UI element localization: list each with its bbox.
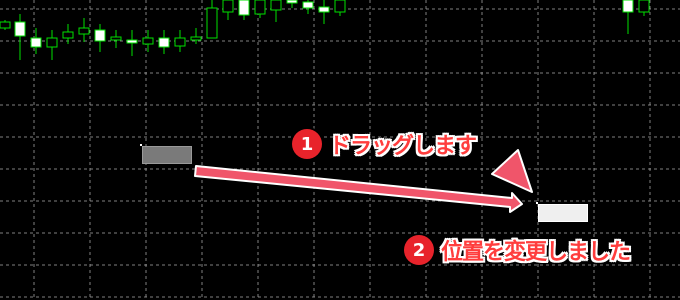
step-1-number: 1 [292, 129, 322, 159]
chart-window: 1 ドラッグします 2 位置を変更しました [0, 0, 680, 300]
step-2-text: 位置を変更しました [441, 240, 631, 265]
callout-pointer [491, 149, 533, 193]
step-1-callout: 1 ドラッグします [292, 128, 477, 160]
step-1-text: ドラッグします [329, 134, 477, 159]
drag-arrow [194, 165, 523, 213]
step-2-number: 2 [404, 235, 434, 265]
step-2-callout: 2 位置を変更しました [404, 234, 631, 266]
